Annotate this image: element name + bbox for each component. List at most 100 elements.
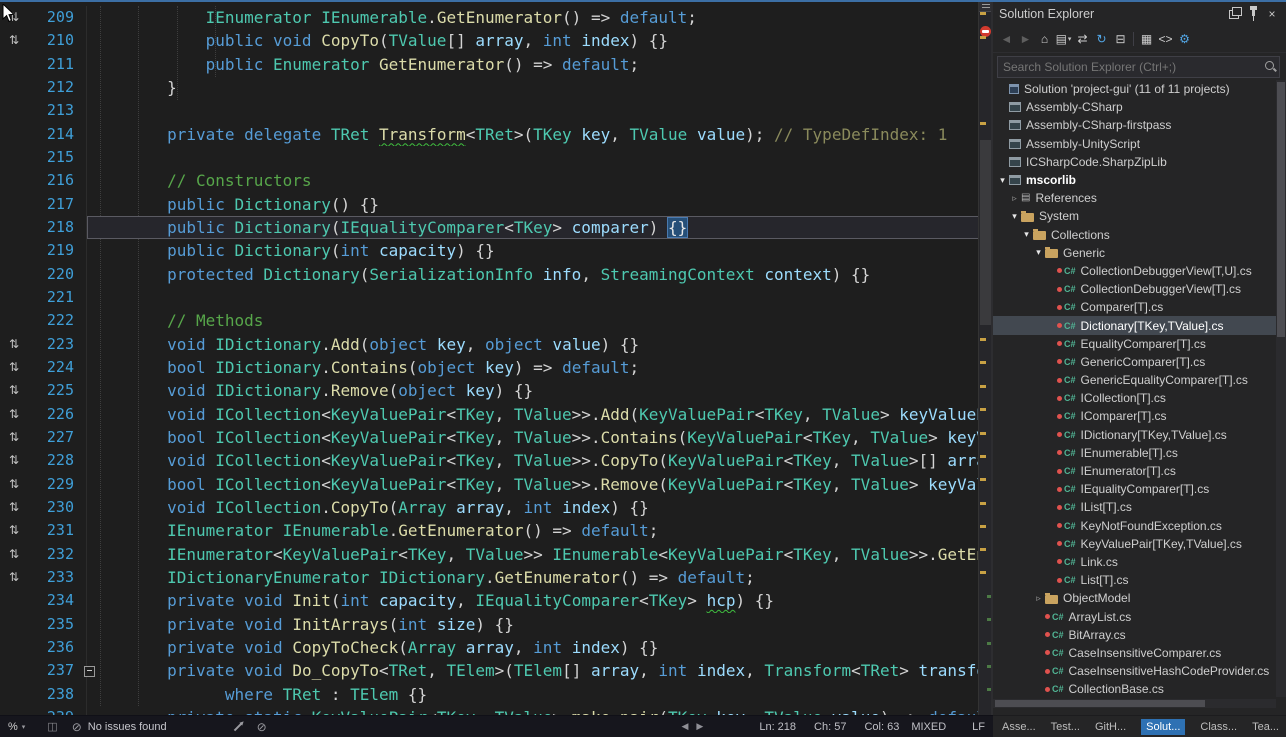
tree-item[interactable]: C#CollectionDebuggerView[T].cs xyxy=(993,280,1276,298)
chevron-expanded-icon[interactable]: ▾ xyxy=(1008,211,1021,222)
tree-item[interactable]: ICSharpCode.SharpZipLib xyxy=(993,153,1276,171)
code-line[interactable]: private delegate TRet Transform<TRet>(TK… xyxy=(86,123,979,146)
tree-item[interactable]: C#IComparer[T].cs xyxy=(993,407,1276,425)
slash-icon[interactable]: ⊘ xyxy=(257,720,267,734)
implements-glyph-icon[interactable]: ⇅ xyxy=(0,403,28,426)
editor-row[interactable]: ⇅229 bool ICollection<KeyValuePair<TKey,… xyxy=(0,473,979,496)
implements-glyph-icon[interactable]: ⇅ xyxy=(0,379,28,402)
tree-item[interactable]: C#KeyNotFoundException.cs xyxy=(993,517,1276,535)
tree-item[interactable]: C#BitArray.cs xyxy=(993,626,1276,644)
chevron-expanded-icon[interactable]: ▾ xyxy=(996,175,1009,186)
code-line[interactable]: public Dictionary(int capacity) {} xyxy=(86,239,979,262)
search-box[interactable] xyxy=(997,56,1280,78)
implements-glyph-icon[interactable]: ⇅ xyxy=(0,356,28,379)
code-line[interactable]: void ICollection<KeyValuePair<TKey, TVal… xyxy=(86,403,979,426)
filter-dropdown-button[interactable]: ▤▾ xyxy=(1054,30,1073,48)
code-line[interactable]: bool ICollection<KeyValuePair<TKey, TVal… xyxy=(86,426,979,449)
tree-item[interactable]: C#Link.cs xyxy=(993,553,1276,571)
pin-icon[interactable] xyxy=(1245,6,1261,22)
tree-item[interactable]: C#Comparer[T].cs xyxy=(993,298,1276,316)
line-indicator[interactable]: Ln: 218 xyxy=(759,721,796,733)
implements-glyph-icon[interactable]: ⇅ xyxy=(0,333,28,356)
code-line[interactable]: public Enumerator GetEnumerator() => def… xyxy=(86,53,979,76)
zoom-control[interactable]: % xyxy=(8,721,25,733)
refresh-button[interactable]: ↻ xyxy=(1092,30,1111,48)
panel-splitter[interactable] xyxy=(991,0,993,715)
tree-item[interactable]: C#IList[T].cs xyxy=(993,498,1276,516)
implements-glyph-icon[interactable]: ⇅ xyxy=(0,426,28,449)
tree-item[interactable]: ▾mscorlib xyxy=(993,171,1276,189)
code-line[interactable]: where TRet : TElem {} xyxy=(86,683,979,706)
code-line[interactable]: private void Do_CopyTo<TRet, TElem>(TEle… xyxy=(86,659,979,682)
scroll-right-icon[interactable]: ▶ xyxy=(692,721,707,732)
implements-glyph-icon[interactable]: ⇅ xyxy=(0,543,28,566)
home-button[interactable]: ⌂ xyxy=(1035,30,1054,48)
code-line[interactable]: public Dictionary() {} xyxy=(86,193,979,216)
tree-item[interactable]: ▹ObjectModel xyxy=(993,589,1276,607)
tool-window-tab[interactable]: Test... xyxy=(1051,721,1080,733)
code-line[interactable]: private void Init(int capacity, IEqualit… xyxy=(86,589,979,612)
implements-glyph-icon[interactable]: ⇅ xyxy=(0,566,28,589)
properties-button[interactable]: ⚙ xyxy=(1175,30,1194,48)
search-icon[interactable] xyxy=(1263,59,1279,75)
editor-row[interactable]: 221 xyxy=(0,286,979,309)
tree-item[interactable]: C#GenericComparer[T].cs xyxy=(993,353,1276,371)
implements-glyph-icon[interactable]: ⇅ xyxy=(0,29,28,52)
code-line[interactable]: bool IDictionary.Contains(object key) =>… xyxy=(86,356,979,379)
tree-item[interactable]: ▾Generic xyxy=(993,244,1276,262)
panel-toggle-icon[interactable]: ◫ xyxy=(47,720,57,733)
editor-row[interactable]: 211 public Enumerator GetEnumerator() =>… xyxy=(0,53,979,76)
editor-row[interactable]: ⇅228 void ICollection<KeyValuePair<TKey,… xyxy=(0,449,979,472)
code-line[interactable]: void ICollection.CopyTo(Array array, int… xyxy=(86,496,979,519)
tool-window-tab[interactable]: Class... xyxy=(1200,721,1237,733)
code-line[interactable]: private static KeyValuePair<TKey, TValue… xyxy=(86,706,979,715)
editor-row[interactable]: 215 xyxy=(0,146,979,169)
code-line[interactable]: IDictionaryEnumerator IDictionary.GetEnu… xyxy=(86,566,979,589)
tool-window-tab[interactable]: Solut... xyxy=(1141,719,1185,735)
editor-row[interactable]: ⇅225 void IDictionary.Remove(object key)… xyxy=(0,379,979,402)
column-indicator[interactable]: Col: 63 xyxy=(864,721,899,733)
tree-item[interactable]: C#KeyValuePair[TKey,TValue].cs xyxy=(993,535,1276,553)
issues-status[interactable]: ⊘ No issues found xyxy=(72,720,167,734)
fold-toggle-icon[interactable] xyxy=(84,666,95,677)
code-line[interactable]: protected Dictionary(SerializationInfo i… xyxy=(86,263,979,286)
editor-row[interactable]: 238 where TRet : TElem {} xyxy=(0,683,979,706)
tree-item[interactable]: ▾System xyxy=(993,207,1276,225)
code-line[interactable]: IEnumerator IEnumerable.GetEnumerator() … xyxy=(86,519,979,542)
editor-row[interactable]: 220 protected Dictionary(SerializationIn… xyxy=(0,263,979,286)
tree-item[interactable]: Assembly-CSharp xyxy=(993,98,1276,116)
code-line[interactable]: // Constructors xyxy=(86,169,979,192)
editor-row[interactable]: 235 private void InitArrays(int size) {} xyxy=(0,613,979,636)
tree-item[interactable]: ▾Collections xyxy=(993,226,1276,244)
editor-row[interactable]: ⇅231 IEnumerator IEnumerable.GetEnumerat… xyxy=(0,519,979,542)
chevron-expanded-icon[interactable]: ▾ xyxy=(1020,229,1033,240)
editor-row[interactable]: 218 public Dictionary(IEqualityComparer<… xyxy=(0,216,979,239)
chevron-collapsed-icon[interactable]: ▹ xyxy=(1032,593,1045,604)
editor-row[interactable]: 234 private void Init(int capacity, IEqu… xyxy=(0,589,979,612)
show-all-files-button[interactable]: ▦ xyxy=(1137,30,1156,48)
sync-with-active-document-button[interactable]: ⇄ xyxy=(1073,30,1092,48)
back-button[interactable]: ◄ xyxy=(997,30,1016,48)
editor-row[interactable]: 214 private delegate TRet Transform<TRet… xyxy=(0,123,979,146)
code-line[interactable]: void IDictionary.Add(object key, object … xyxy=(86,333,979,356)
editor-row[interactable]: ⇅226 void ICollection<KeyValuePair<TKey,… xyxy=(0,403,979,426)
tree-vertical-scrollbar[interactable] xyxy=(1276,80,1286,697)
editor-row[interactable]: ⇅224 bool IDictionary.Contains(object ke… xyxy=(0,356,979,379)
code-line[interactable]: // Methods xyxy=(86,309,979,332)
view-code-button[interactable]: <> xyxy=(1156,30,1175,48)
editor-row[interactable]: 219 public Dictionary(int capacity) {} xyxy=(0,239,979,262)
tree-item[interactable]: C#Dictionary[TKey,TValue].cs xyxy=(993,316,1276,334)
tree-item[interactable]: C#EqualityComparer[T].cs xyxy=(993,335,1276,353)
code-line[interactable]: public void CopyTo(TValue[] array, int i… xyxy=(86,29,979,52)
tree-item[interactable]: C#CollectionBase.cs xyxy=(993,680,1276,698)
tree-item[interactable]: C#IEnumerable[T].cs xyxy=(993,444,1276,462)
implements-glyph-icon[interactable]: ⇅ xyxy=(0,519,28,542)
tree-item[interactable]: C#GenericEqualityComparer[T].cs xyxy=(993,371,1276,389)
tool-window-tab[interactable]: Tea... xyxy=(1252,721,1279,733)
code-line[interactable] xyxy=(86,99,979,122)
search-input[interactable] xyxy=(998,60,1263,74)
pen-icon[interactable] xyxy=(233,722,241,730)
tree-item[interactable]: Solution 'project-gui' (11 of 11 project… xyxy=(993,80,1276,98)
tree-item[interactable]: C#IDictionary[TKey,TValue].cs xyxy=(993,426,1276,444)
close-icon[interactable]: × xyxy=(1264,6,1280,22)
